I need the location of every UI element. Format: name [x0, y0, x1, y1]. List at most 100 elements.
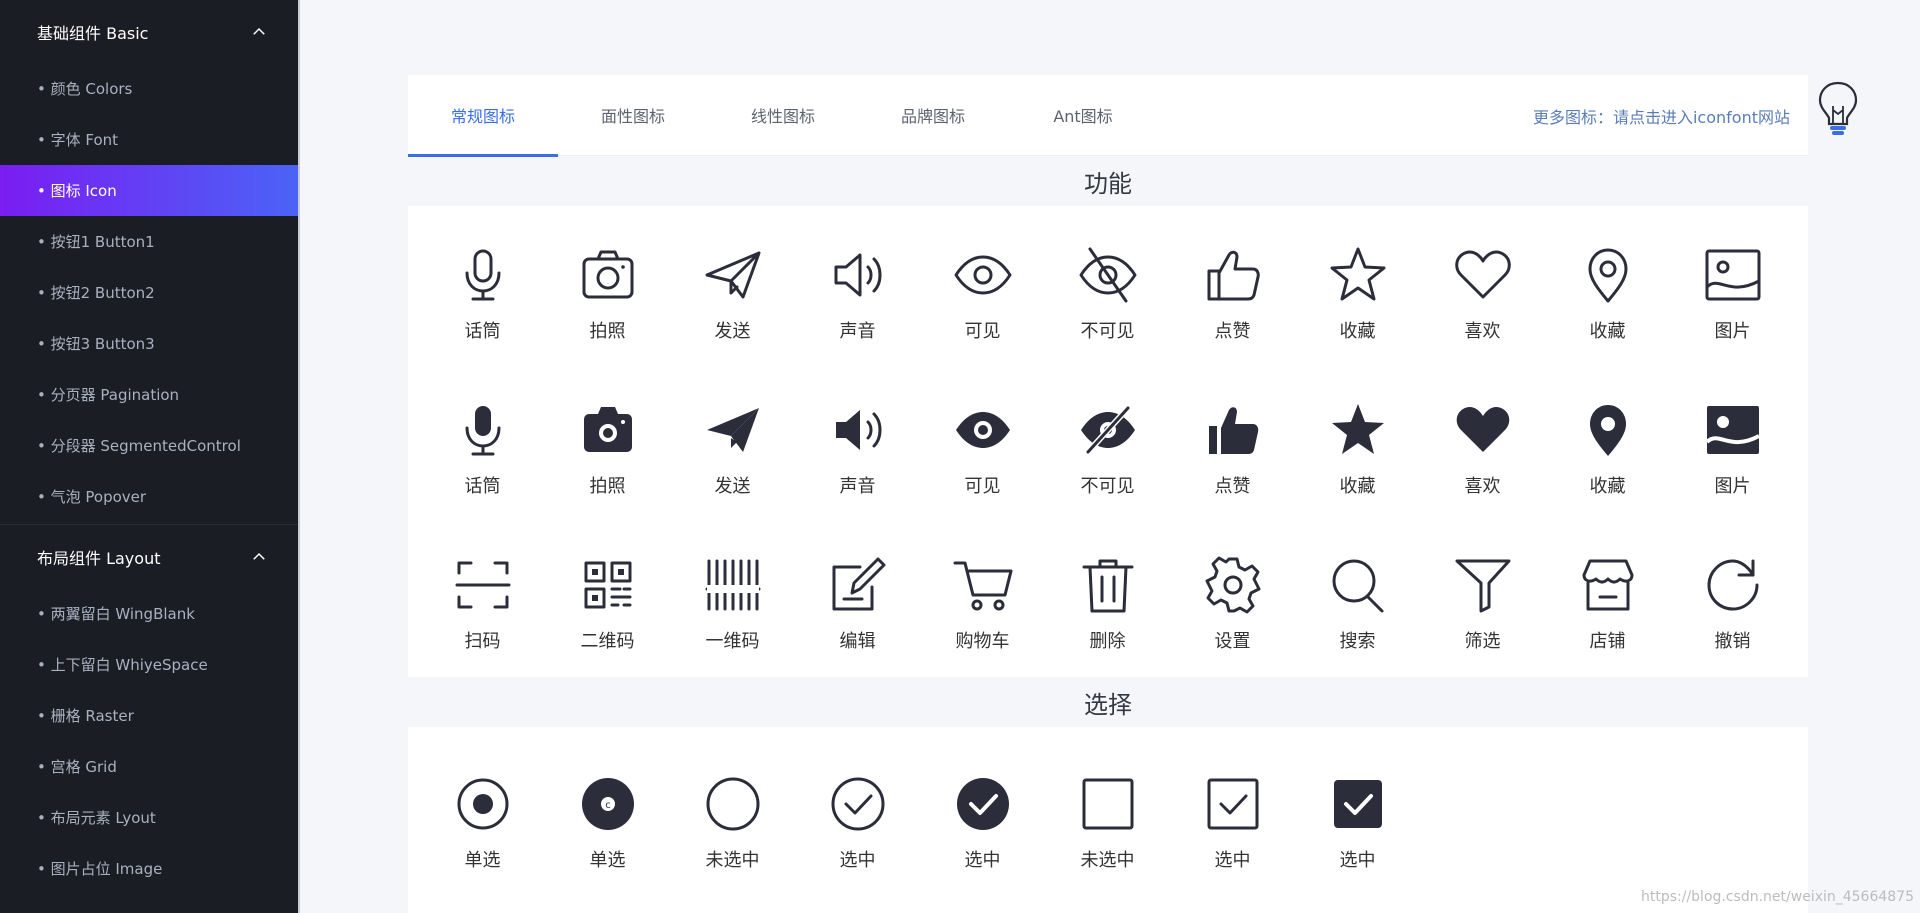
sidebar-item-button1[interactable]: • 按钮1 Button1 [0, 216, 298, 267]
sidebar-group-title: 基础组件 Basic [37, 23, 149, 43]
eye-off-outline-icon [1079, 247, 1136, 303]
circle-check-outline-icon [831, 777, 884, 831]
icon-cell[interactable]: 选中 [920, 727, 1045, 872]
icon-cell[interactable]: 喜欢 [1420, 206, 1545, 361]
sidebar-item-pagination[interactable]: • 分页器 Pagination [0, 369, 298, 420]
square-check-filled-icon [1333, 780, 1382, 828]
icon-cell[interactable]: 拍照 [545, 361, 670, 516]
microphone-filled-icon [465, 406, 500, 456]
sidebar-item-popover[interactable]: • 气泡 Popover [0, 471, 298, 522]
sidebar-group-header-basic[interactable]: 基础组件 Basic [0, 0, 298, 63]
icon-label: 话筒 [464, 476, 501, 497]
icon-label: 发送 [714, 476, 751, 497]
sidebar: 基础组件 Basic • 颜色 Colors • 字体 Font • 图标 Ic… [0, 0, 298, 913]
icon-cell[interactable]: 点赞 [1170, 206, 1295, 361]
icon-cell[interactable]: 筛选 [1420, 516, 1545, 671]
icon-cell[interactable]: 设置 [1170, 516, 1295, 671]
volume-outline-icon [834, 253, 881, 297]
icon-cell[interactable]: 声音 [795, 361, 920, 516]
icon-label: 喜欢 [1464, 476, 1501, 497]
camera-outline-icon [582, 250, 633, 299]
sidebar-item-grid[interactable]: • 宫格 Grid [0, 741, 298, 792]
icon-label: 撤销 [1714, 631, 1751, 652]
icon-cell[interactable]: 图片 [1670, 206, 1795, 361]
icon-cell[interactable]: 可见 [920, 361, 1045, 516]
sidebar-group-layout: 布局组件 Layout • 两翼留白 WingBlank • 上下留白 Whiy… [0, 525, 298, 894]
icon-label: 店铺 [1589, 631, 1626, 652]
send-outline-icon [705, 251, 760, 299]
icon-label: 选中 [1339, 850, 1376, 871]
icon-cell[interactable]: 选中 [795, 727, 920, 872]
sidebar-item-colors[interactable]: • 颜色 Colors [0, 63, 298, 114]
icon-cell[interactable]: 不可见 [1045, 361, 1170, 516]
icon-card: 常规图标 面性图标 线性图标 品牌图标 Ant图标 更多图标：请点击进入icon… [408, 75, 1808, 913]
sidebar-item-button2[interactable]: • 按钮2 Button2 [0, 267, 298, 318]
icon-cell[interactable]: 购物车 [920, 516, 1045, 671]
sidebar-item-icon[interactable]: • 图标 Icon [0, 165, 298, 216]
icon-cell[interactable]: 编辑 [795, 516, 920, 671]
tab-face-icons[interactable]: 面性图标 [558, 75, 708, 156]
icon-cell[interactable]: 撤销 [1670, 516, 1795, 671]
sidebar-item-segmented-control[interactable]: • 分段器 SegmentedControl [0, 420, 298, 471]
icon-cell[interactable]: 单选 [420, 727, 545, 872]
icon-cell[interactable]: 拍照 [545, 206, 670, 361]
icon-label: 声音 [839, 476, 876, 497]
icon-label: 点赞 [1214, 321, 1251, 342]
sidebar-item-font[interactable]: • 字体 Font [0, 114, 298, 165]
sidebar-group-header-layout[interactable]: 布局组件 Layout [0, 525, 298, 588]
icon-label: 一维码 [705, 631, 760, 652]
trash-icon [1082, 559, 1133, 613]
icon-cell[interactable]: c 单选 [545, 727, 670, 872]
icon-cell[interactable]: 未选中 [1045, 727, 1170, 872]
icon-cell[interactable]: 话筒 [420, 206, 545, 361]
function-icon-grid: 话筒 拍照 发送 声音 可见 不可见 点赞 收藏 喜欢 收藏 图片 话筒 拍照 发送 声音 可见 不可见 点赞 收藏… [408, 206, 1808, 671]
icon-cell[interactable]: 选中 [1170, 727, 1295, 872]
icon-label: 可见 [964, 476, 1001, 497]
icon-cell[interactable]: 店铺 [1545, 516, 1670, 671]
icon-cell[interactable]: 话筒 [420, 361, 545, 516]
icon-cell[interactable]: 点赞 [1170, 361, 1295, 516]
icon-cell[interactable]: 收藏 [1545, 361, 1670, 516]
icon-label: 选中 [839, 850, 876, 871]
sidebar-item-raster[interactable]: • 栅格 Raster [0, 690, 298, 741]
icon-cell[interactable]: 图片 [1670, 361, 1795, 516]
tab-brand-icons[interactable]: 品牌图标 [858, 75, 1008, 156]
icon-cell[interactable]: 删除 [1045, 516, 1170, 671]
image-filled-icon [1705, 406, 1760, 454]
sidebar-item-button3[interactable]: • 按钮3 Button3 [0, 318, 298, 369]
star-outline-icon [1330, 247, 1385, 301]
icon-cell[interactable]: 发送 [670, 206, 795, 361]
icon-label: 话筒 [464, 321, 501, 342]
icon-cell[interactable]: 不可见 [1045, 206, 1170, 361]
location-outline-icon [1588, 248, 1627, 303]
iconfont-link[interactable]: 更多图标：请点击进入iconfont网站 [1533, 75, 1790, 156]
sidebar-group-basic: 基础组件 Basic • 颜色 Colors • 字体 Font • 图标 Ic… [0, 0, 298, 522]
sidebar-item-layout[interactable]: • 布局元素 Lyout [0, 792, 298, 843]
icon-label: 编辑 [839, 631, 876, 652]
tab-regular-icons[interactable]: 常规图标 [408, 75, 558, 157]
icon-label: 图片 [1714, 476, 1751, 497]
icon-label: 收藏 [1339, 321, 1376, 342]
edit-icon [832, 557, 885, 611]
icon-cell[interactable]: 一维码 [670, 516, 795, 671]
icon-cell[interactable]: 收藏 [1295, 206, 1420, 361]
icon-cell[interactable]: 声音 [795, 206, 920, 361]
icon-cell[interactable]: 收藏 [1295, 361, 1420, 516]
tab-line-icons[interactable]: 线性图标 [708, 75, 858, 156]
icon-cell[interactable]: 扫码 [420, 516, 545, 671]
icon-cell[interactable]: 二维码 [545, 516, 670, 671]
icon-cell[interactable]: 搜索 [1295, 516, 1420, 671]
icon-cell[interactable]: 可见 [920, 206, 1045, 361]
tab-bar: 常规图标 面性图标 线性图标 品牌图标 Ant图标 更多图标：请点击进入icon… [408, 75, 1808, 157]
icon-cell[interactable]: 收藏 [1545, 206, 1670, 361]
tab-ant-icons[interactable]: Ant图标 [1008, 75, 1158, 156]
icon-label: 单选 [464, 850, 501, 871]
sidebar-item-whitespace[interactable]: • 上下留白 WhiyeSpace [0, 639, 298, 690]
sidebar-item-wingblank[interactable]: • 两翼留白 WingBlank [0, 588, 298, 639]
sidebar-item-image[interactable]: • 图片占位 Image [0, 843, 298, 894]
icon-cell[interactable]: 选中 [1295, 727, 1420, 872]
icon-cell[interactable]: 未选中 [670, 727, 795, 872]
icon-cell[interactable]: 喜欢 [1420, 361, 1545, 516]
icon-cell[interactable]: 发送 [670, 361, 795, 516]
lightbulb-icon[interactable] [1816, 80, 1860, 138]
